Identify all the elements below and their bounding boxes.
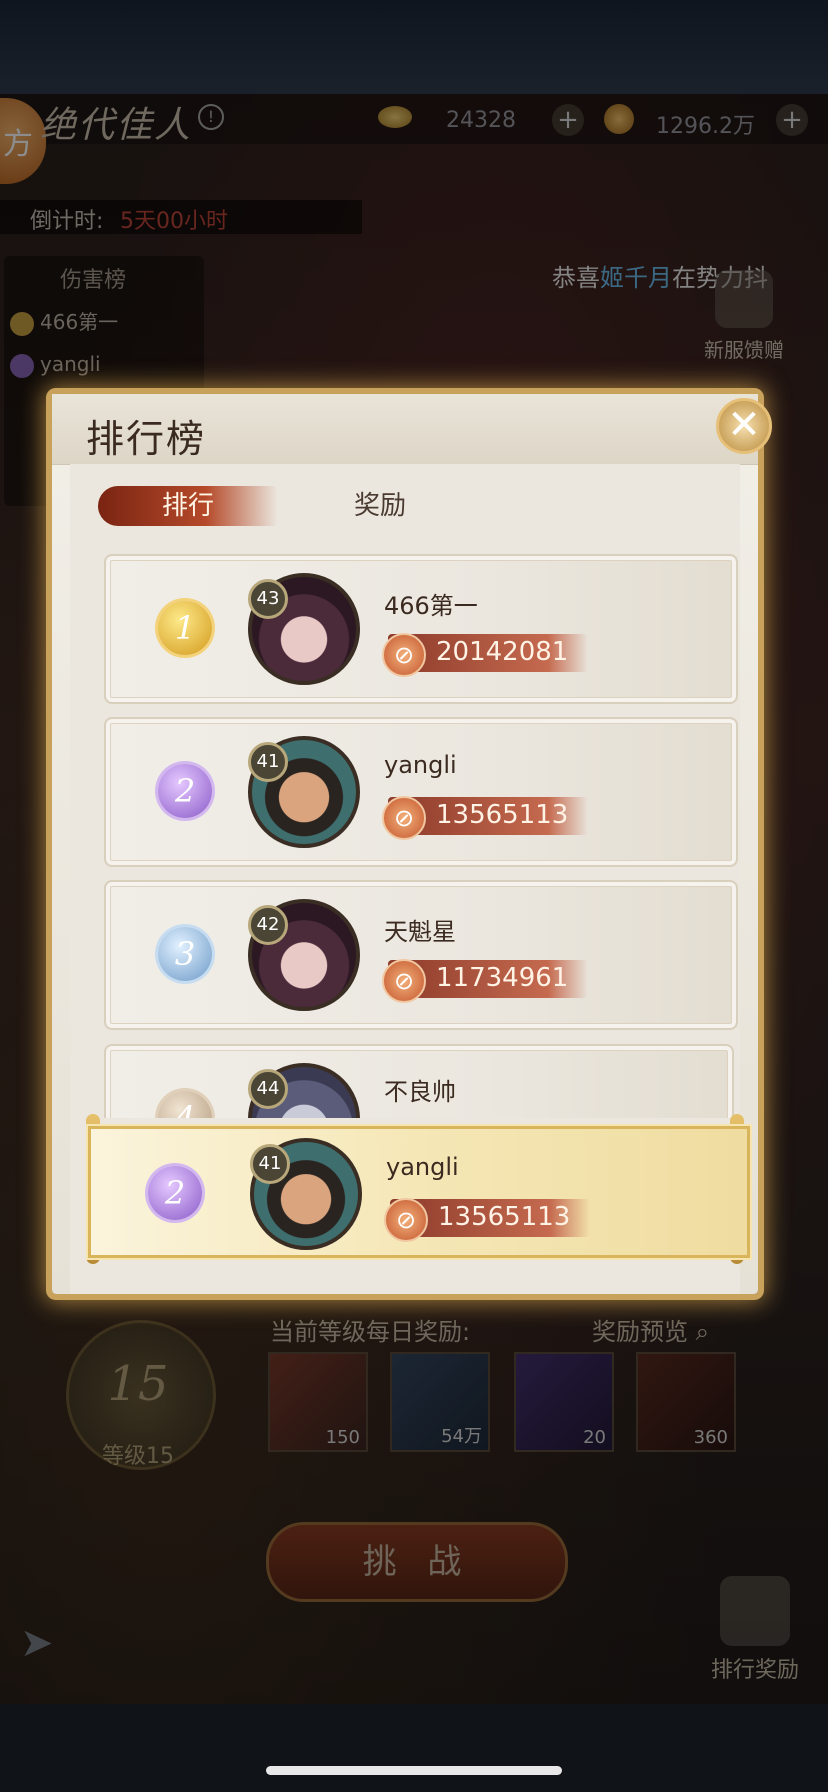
rank-medal-icon: 2: [148, 1166, 202, 1220]
level-badge: 42: [248, 905, 288, 945]
home-indicator[interactable]: [266, 1766, 562, 1775]
power-value: 13565113: [438, 1202, 571, 1232]
rank-medal-icon: 2: [158, 764, 212, 818]
player-name: 不良帅: [384, 1078, 456, 1106]
power-icon: ⊘: [382, 959, 426, 1003]
power-icon: ⊘: [384, 1198, 428, 1242]
power-value: 13565113: [436, 800, 569, 830]
tab-rewards[interactable]: 奖励: [330, 486, 430, 526]
close-icon: ✕: [727, 402, 761, 448]
power-icon: ⊘: [382, 796, 426, 840]
bottom-bar: [0, 1704, 828, 1792]
level-badge: 44: [248, 1069, 288, 1109]
power-value: 20142081: [436, 637, 569, 667]
level-badge: 41: [248, 742, 288, 782]
player-name: 天魁星: [384, 918, 456, 946]
tab-ranking[interactable]: 排行: [98, 486, 278, 526]
rank-medal-icon: 3: [158, 927, 212, 981]
modal-title: 排行榜: [86, 417, 207, 461]
power-value: 11734961: [436, 963, 569, 993]
player-name: 466第一: [384, 592, 478, 620]
player-name: yangli: [384, 751, 457, 779]
level-badge: 43: [248, 579, 288, 619]
level-badge: 41: [250, 1144, 290, 1184]
ranking-list-clip: 4 44 不良帅: [104, 1040, 734, 1118]
rank-medal-icon: 1: [158, 601, 212, 655]
status-bar: [0, 0, 828, 94]
power-icon: ⊘: [382, 633, 426, 677]
close-button[interactable]: ✕: [716, 398, 772, 454]
player-name: yangli: [386, 1153, 459, 1181]
